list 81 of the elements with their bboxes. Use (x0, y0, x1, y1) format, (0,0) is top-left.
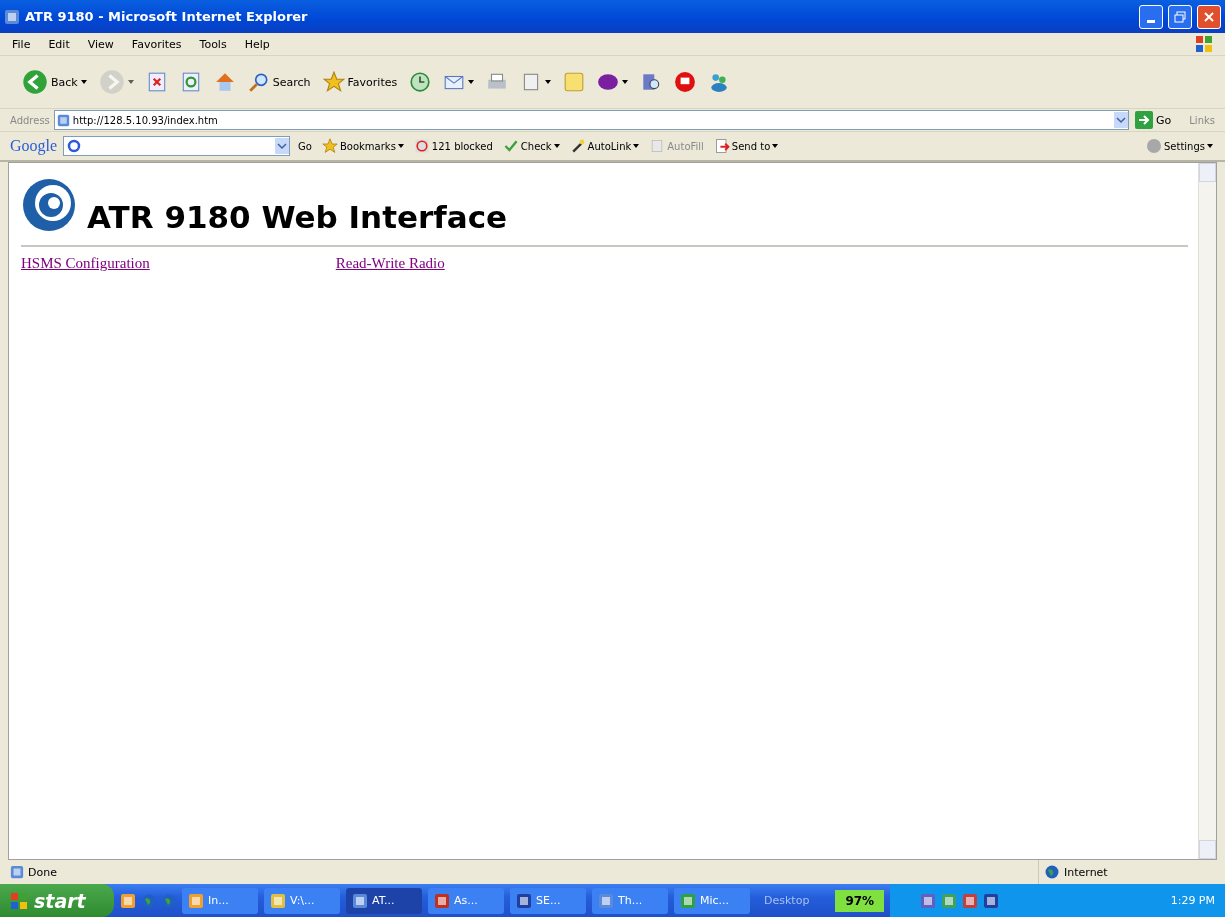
note-icon (563, 71, 586, 93)
taskbar-button[interactable]: Mic... (674, 887, 750, 914)
battery-meter: 97% (835, 889, 885, 912)
send-icon (713, 138, 730, 154)
back-icon (22, 69, 48, 95)
toolbar-button[interactable]: Favorites (320, 69, 400, 95)
app-icon (270, 892, 286, 909)
page-link[interactable]: Read-Write Radio (335, 255, 445, 272)
taskbar-button[interactable]: In... (182, 887, 258, 914)
tray-icon (920, 892, 937, 909)
windows-logo-icon (1195, 35, 1213, 53)
google-toolbar-button[interactable]: Check (500, 138, 562, 154)
windows-logo-icon (10, 891, 28, 910)
start-button[interactable]: start (0, 884, 114, 917)
close-icon (1203, 10, 1215, 23)
window-title: ATR 9180 - Microsoft Internet Explorer (25, 9, 309, 24)
menu-item[interactable]: Edit (48, 37, 70, 51)
spell-check-icon (502, 138, 519, 154)
address-label: Address (10, 114, 50, 126)
monitor-icon (674, 71, 697, 93)
app-icon (680, 892, 696, 909)
badge-icon (597, 71, 620, 93)
app-icon (598, 892, 614, 909)
google-search-field[interactable] (63, 136, 291, 156)
minimize-button[interactable] (1139, 4, 1163, 29)
taskbar-button[interactable]: As... (428, 887, 504, 914)
clock: 1:29 PM (1170, 894, 1215, 907)
toolbar-button[interactable]: Back (20, 67, 89, 97)
page-heading: ATR 9180 Web Interface (87, 199, 508, 235)
history-icon (409, 71, 432, 93)
zone-label: Internet (1064, 865, 1108, 879)
taskbar-button[interactable]: AT... (346, 887, 422, 914)
taskbar-button[interactable]: SE... (510, 887, 586, 914)
tray-icon (983, 892, 1000, 909)
taskbar-button[interactable]: V:\... (264, 887, 340, 914)
google-go-button[interactable]: Go (296, 140, 314, 152)
google-toolbar-button[interactable]: 121 blocked (411, 138, 495, 154)
menu-item[interactable]: Tools (199, 37, 227, 51)
page-icon (56, 113, 70, 127)
tray-icon (941, 892, 958, 909)
scroll-bar[interactable] (1198, 163, 1216, 859)
toolbar-button[interactable]: Search (245, 69, 313, 95)
status-text: Done (28, 865, 58, 879)
google-toolbar-button[interactable]: AutoLink (567, 138, 642, 154)
page-icon (10, 865, 24, 879)
tray-icon (962, 892, 979, 909)
app-icon (516, 892, 532, 909)
star-icon (322, 71, 345, 93)
google-logo: Google (10, 137, 58, 155)
go-button[interactable]: Go (1133, 109, 1174, 131)
dropdown-icon (275, 138, 290, 154)
close-button[interactable] (1197, 4, 1221, 29)
google-toolbar-button[interactable]: Bookmarks (320, 138, 406, 154)
globe-icon (162, 893, 176, 908)
google-toolbar-button[interactable]: Send to (711, 138, 781, 154)
search-icon (247, 71, 270, 93)
menu-item[interactable]: File (12, 37, 31, 51)
app-icon (434, 892, 450, 909)
caret-icon (1207, 144, 1213, 148)
blocked-icon (413, 138, 430, 154)
menu-item[interactable]: Favorites (131, 37, 182, 51)
taskbar-button[interactable]: Th... (592, 887, 668, 914)
circle-icon (1146, 138, 1162, 154)
globe-icon (1045, 865, 1059, 879)
app-icon (352, 892, 368, 909)
app-icon (188, 892, 204, 909)
menu-item[interactable]: View (87, 37, 114, 51)
dropdown-icon (1114, 112, 1129, 128)
restore-icon (1174, 10, 1186, 23)
app-icon (120, 892, 136, 909)
page-icon (4, 8, 20, 25)
settings-button[interactable]: Settings (1144, 138, 1215, 154)
minimize-icon (1147, 20, 1155, 23)
google-icon (67, 139, 82, 153)
page-link[interactable]: HSMS Configuration (21, 255, 150, 272)
menu-item[interactable]: Help (244, 37, 270, 51)
restore-button[interactable] (1168, 4, 1192, 29)
star-icon (322, 138, 338, 154)
globe-icon (142, 893, 156, 908)
forward-icon (98, 69, 125, 95)
address-field[interactable]: http://128.5.10.93/index.htm (53, 110, 1130, 130)
